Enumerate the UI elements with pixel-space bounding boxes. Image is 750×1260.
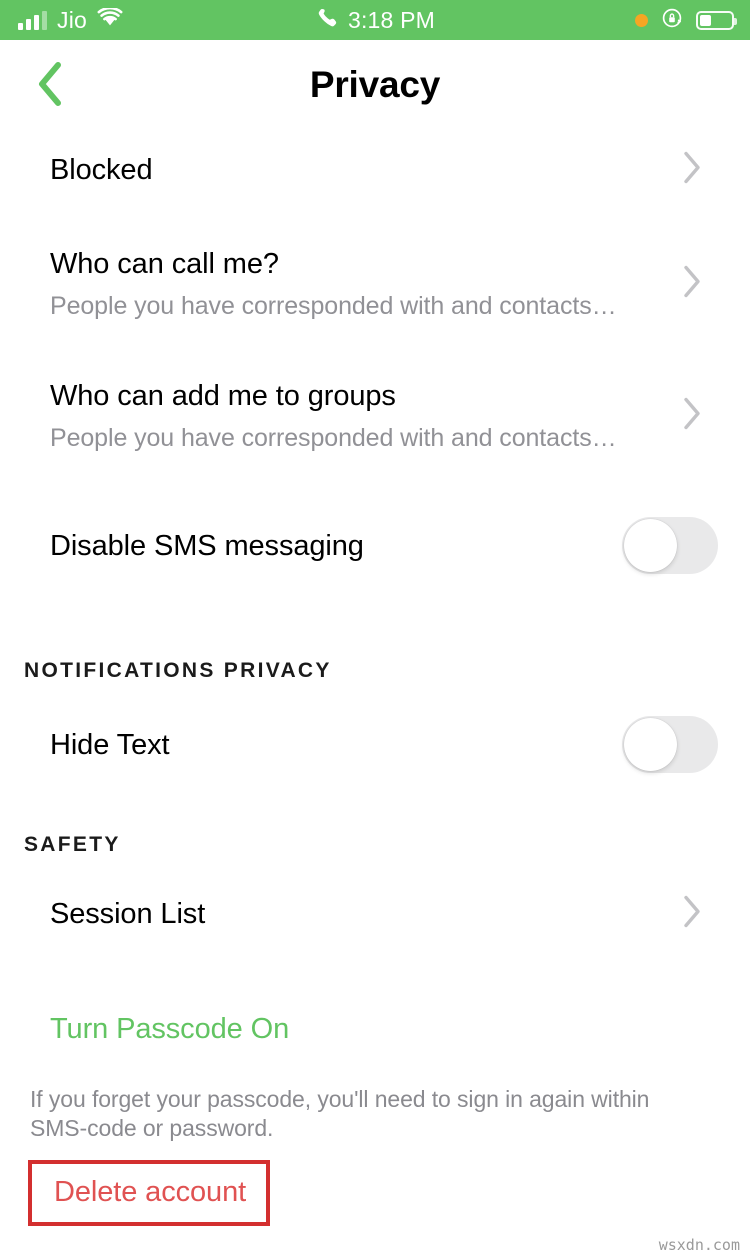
status-bar-right (484, 7, 750, 34)
row-text: Session List (0, 897, 650, 931)
list-item-disable-sms-messaging[interactable]: Disable SMS messaging (0, 517, 750, 574)
list-item-sublabel: People you have corresponded with and co… (50, 292, 617, 320)
page-title: Privacy (309, 64, 441, 105)
status-bar-center: 3:18 PM (268, 7, 484, 34)
row-text: Hide Text (0, 728, 650, 762)
disable-sms-messaging-toggle[interactable] (622, 517, 718, 574)
list-item-blocked[interactable]: Blocked (0, 146, 750, 194)
toggle-knob (624, 718, 677, 771)
list-item-label: Session List (50, 898, 206, 930)
list-item-who-can-add-me-to-groups[interactable]: Who can add me to groups People you have… (0, 375, 750, 457)
carrier-label: Jio (57, 6, 88, 33)
chevron-right-icon (682, 151, 702, 190)
list-item-session-list[interactable]: Session List (0, 890, 750, 938)
navigation-bar: Privacy (0, 40, 750, 130)
clock-label: 3:18 PM (347, 6, 436, 33)
list-item-label: Who can add me to groups (50, 380, 396, 412)
watermark: wsxdn.com (658, 1236, 740, 1254)
list-item-who-can-call-me[interactable]: Who can call me? People you have corresp… (0, 243, 750, 325)
hide-text-toggle[interactable] (622, 716, 718, 773)
battery-icon (696, 10, 737, 30)
section-header-safety: SAFETY (24, 833, 121, 856)
toggle-knob (624, 519, 677, 572)
row-text: Disable SMS messaging (0, 529, 650, 563)
status-bar: Jio 3:18 PM (0, 0, 750, 40)
row-text: Blocked (0, 153, 650, 187)
signal-bars-icon (18, 10, 47, 30)
row-text: Who can call me? People you have corresp… (0, 247, 650, 321)
passcode-help-text: If you forget your passcode, you'll need… (30, 1086, 650, 1141)
turn-passcode-on-button[interactable]: Turn Passcode On (50, 1013, 289, 1046)
list-item-sublabel: People you have corresponded with and co… (50, 424, 617, 452)
status-bar-left: Jio (0, 7, 268, 34)
list-item-label: Who can call me? (50, 248, 279, 280)
section-header-notifications-privacy: NOTIFICATIONS PRIVACY (24, 659, 332, 682)
list-item-label: Hide Text (50, 729, 170, 761)
chevron-right-icon (682, 895, 702, 934)
rotation-lock-icon (661, 7, 683, 34)
delete-account-button[interactable]: Delete account (54, 1176, 246, 1209)
row-text: Who can add me to groups People you have… (0, 379, 650, 453)
list-item-hide-text[interactable]: Hide Text (0, 716, 750, 773)
chevron-right-icon (682, 397, 702, 436)
list-item-label: Blocked (50, 154, 153, 186)
recording-dot-icon (635, 13, 648, 27)
phone-call-icon (317, 7, 339, 34)
chevron-right-icon (682, 265, 702, 304)
wifi-icon (97, 6, 123, 32)
list-item-label: Disable SMS messaging (50, 530, 364, 562)
phone-screen: Jio 3:18 PM Privacy Blocked Who can call… (0, 0, 750, 1260)
